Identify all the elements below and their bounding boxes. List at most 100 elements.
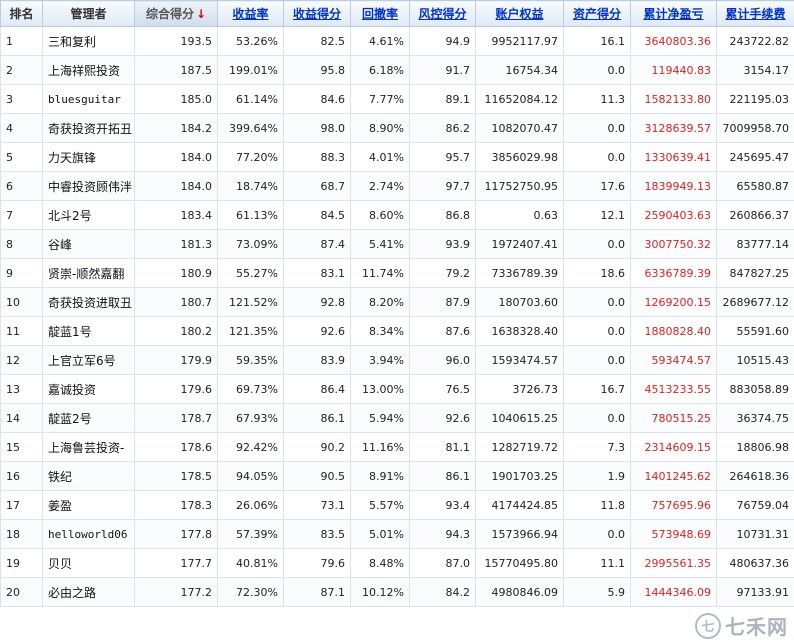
table-row: 14 靛蓝2号 178.7 67.93% 86.1 5.94% 92.6 1040615.25… [0, 403, 794, 433]
equity-cell: 1040615.25 [475, 403, 564, 433]
equity-cell: 1972407.41 [475, 229, 564, 259]
col-equity[interactable]: 账户权益 [475, 0, 564, 27]
net-pnl-cell: 1444346.09 [630, 577, 717, 607]
score-cell: 184.0 [134, 142, 218, 172]
manager-cell: 三和复利 [42, 26, 135, 56]
score-cell: 179.6 [134, 374, 218, 404]
rank-cell: 11 [0, 316, 43, 346]
risk-score-cell: 96.0 [409, 345, 476, 375]
drawdown-cell: 8.90% [350, 113, 410, 143]
table-row: 8 谷峰 181.3 73.09% 87.4 5.41% 93.9 1972407.41 0.0… [0, 229, 794, 259]
equity-cell: 16754.34 [475, 55, 564, 85]
table-row: 10 奇获投资进取丑 180.7 121.52% 92.8 8.20% 87.9 180703… [0, 287, 794, 317]
net-pnl-cell: 780515.25 [630, 403, 717, 433]
drawdown-cell: 3.94% [350, 345, 410, 375]
col-score[interactable]: 综合得分 ↓ [134, 0, 218, 27]
risk-score-cell: 81.1 [409, 432, 476, 462]
table-row: 13 嘉诚投资 179.6 69.73% 86.4 13.00% 76.5 3726.73 16… [0, 374, 794, 404]
score-cell: 178.5 [134, 461, 218, 491]
table-row: 4 奇获投资开拓丑 184.2 399.64% 98.0 8.90% 86.2 1082070… [0, 113, 794, 143]
equity-cell: 1593474.57 [475, 345, 564, 375]
asset-score-cell: 0.0 [563, 287, 631, 317]
rank-cell: 18 [0, 519, 43, 549]
equity-cell: 11652084.12 [475, 84, 564, 114]
fees-cell: 264618.36 [716, 461, 794, 491]
return-score-cell: 83.9 [283, 345, 351, 375]
fees-cell: 36374.75 [716, 403, 794, 433]
score-cell: 177.7 [134, 548, 218, 578]
return-score-cell: 87.4 [283, 229, 351, 259]
drawdown-cell: 5.57% [350, 490, 410, 520]
col-return-score[interactable]: 收益得分 [283, 0, 351, 27]
net-pnl-cell: 3640803.36 [630, 26, 717, 56]
manager-cell: 奇获投资开拓丑 [42, 113, 135, 143]
fees-cell: 97133.91 [716, 577, 794, 607]
asset-score-cell: 11.8 [563, 490, 631, 520]
fees-cell: 83777.14 [716, 229, 794, 259]
asset-score-cell: 0.0 [563, 55, 631, 85]
net-pnl-cell: 2995561.35 [630, 548, 717, 578]
return-rate-cell: 55.27% [217, 258, 284, 288]
manager-cell: 贤崇-顺然嘉翻 [42, 258, 135, 288]
score-cell: 184.0 [134, 171, 218, 201]
drawdown-cell: 7.77% [350, 84, 410, 114]
net-pnl-cell: 4513233.55 [630, 374, 717, 404]
return-score-cell: 88.3 [283, 142, 351, 172]
col-drawdown[interactable]: 回撤率 [350, 0, 410, 27]
score-cell: 178.3 [134, 490, 218, 520]
return-rate-cell: 73.09% [217, 229, 284, 259]
table-row: 16 铁纪 178.5 94.05% 90.5 8.91% 86.1 1901703.25 1.… [0, 461, 794, 491]
equity-cell: 1638328.40 [475, 316, 564, 346]
header-row: 排名 管理者 综合得分 ↓ 收益率 收益得分 回撤率 风控得分 账户权益 资产得分… [0, 0, 794, 27]
return-rate-cell: 53.26% [217, 26, 284, 56]
asset-score-cell: 16.1 [563, 26, 631, 56]
equity-cell: 4174424.85 [475, 490, 564, 520]
table-row: 2 上海祥熙投资 187.5 199.01% 95.8 6.18% 91.7 16754.34… [0, 55, 794, 85]
fees-cell: 883058.89 [716, 374, 794, 404]
drawdown-cell: 6.18% [350, 55, 410, 85]
return-rate-cell: 72.30% [217, 577, 284, 607]
net-pnl-cell: 1401245.62 [630, 461, 717, 491]
col-net-pnl[interactable]: 累计净盈亏 [630, 0, 717, 27]
return-score-cell: 86.1 [283, 403, 351, 433]
col-fees[interactable]: 累计手续费 [716, 0, 794, 27]
rank-cell: 4 [0, 113, 43, 143]
risk-score-cell: 93.4 [409, 490, 476, 520]
fees-cell: 3154.17 [716, 55, 794, 85]
net-pnl-cell: 1330639.41 [630, 142, 717, 172]
equity-cell: 4980846.09 [475, 577, 564, 607]
equity-cell: 1282719.72 [475, 432, 564, 462]
risk-score-cell: 95.7 [409, 142, 476, 172]
equity-cell: 7336789.39 [475, 258, 564, 288]
manager-cell: 必由之路 [42, 577, 135, 607]
return-rate-cell: 18.74% [217, 171, 284, 201]
net-pnl-cell: 573948.69 [630, 519, 717, 549]
manager-cell: 铁纪 [42, 461, 135, 491]
asset-score-cell: 0.0 [563, 345, 631, 375]
table-row: 12 上官立军6号 179.9 59.35% 83.9 3.94% 96.0 1593474.… [0, 345, 794, 375]
asset-score-cell: 1.9 [563, 461, 631, 491]
return-score-cell: 79.6 [283, 548, 351, 578]
manager-cell: 靛蓝2号 [42, 403, 135, 433]
col-asset-score[interactable]: 资产得分 [563, 0, 631, 27]
return-score-cell: 86.4 [283, 374, 351, 404]
risk-score-cell: 86.2 [409, 113, 476, 143]
drawdown-cell: 8.91% [350, 461, 410, 491]
rank-cell: 20 [0, 577, 43, 607]
manager-cell: 上官立军6号 [42, 345, 135, 375]
drawdown-cell: 4.61% [350, 26, 410, 56]
equity-cell: 1082070.47 [475, 113, 564, 143]
ranking-body: 1 三和复利 193.5 53.26% 82.5 4.61% 94.9 9952117.97 1… [0, 26, 794, 607]
manager-cell: 上海鲁芸投资- [42, 432, 135, 462]
net-pnl-cell: 3128639.57 [630, 113, 717, 143]
score-cell: 185.0 [134, 84, 218, 114]
return-score-cell: 90.2 [283, 432, 351, 462]
return-rate-cell: 199.01% [217, 55, 284, 85]
col-return-rate[interactable]: 收益率 [217, 0, 284, 27]
net-pnl-cell: 1269200.15 [630, 287, 717, 317]
return-rate-cell: 40.81% [217, 548, 284, 578]
return-score-cell: 84.6 [283, 84, 351, 114]
col-risk-score[interactable]: 风控得分 [409, 0, 476, 27]
sort-desc-icon: ↓ [195, 7, 207, 21]
table-row: 19 贝贝 177.7 40.81% 79.6 8.48% 87.0 15770495.80 1… [0, 548, 794, 578]
